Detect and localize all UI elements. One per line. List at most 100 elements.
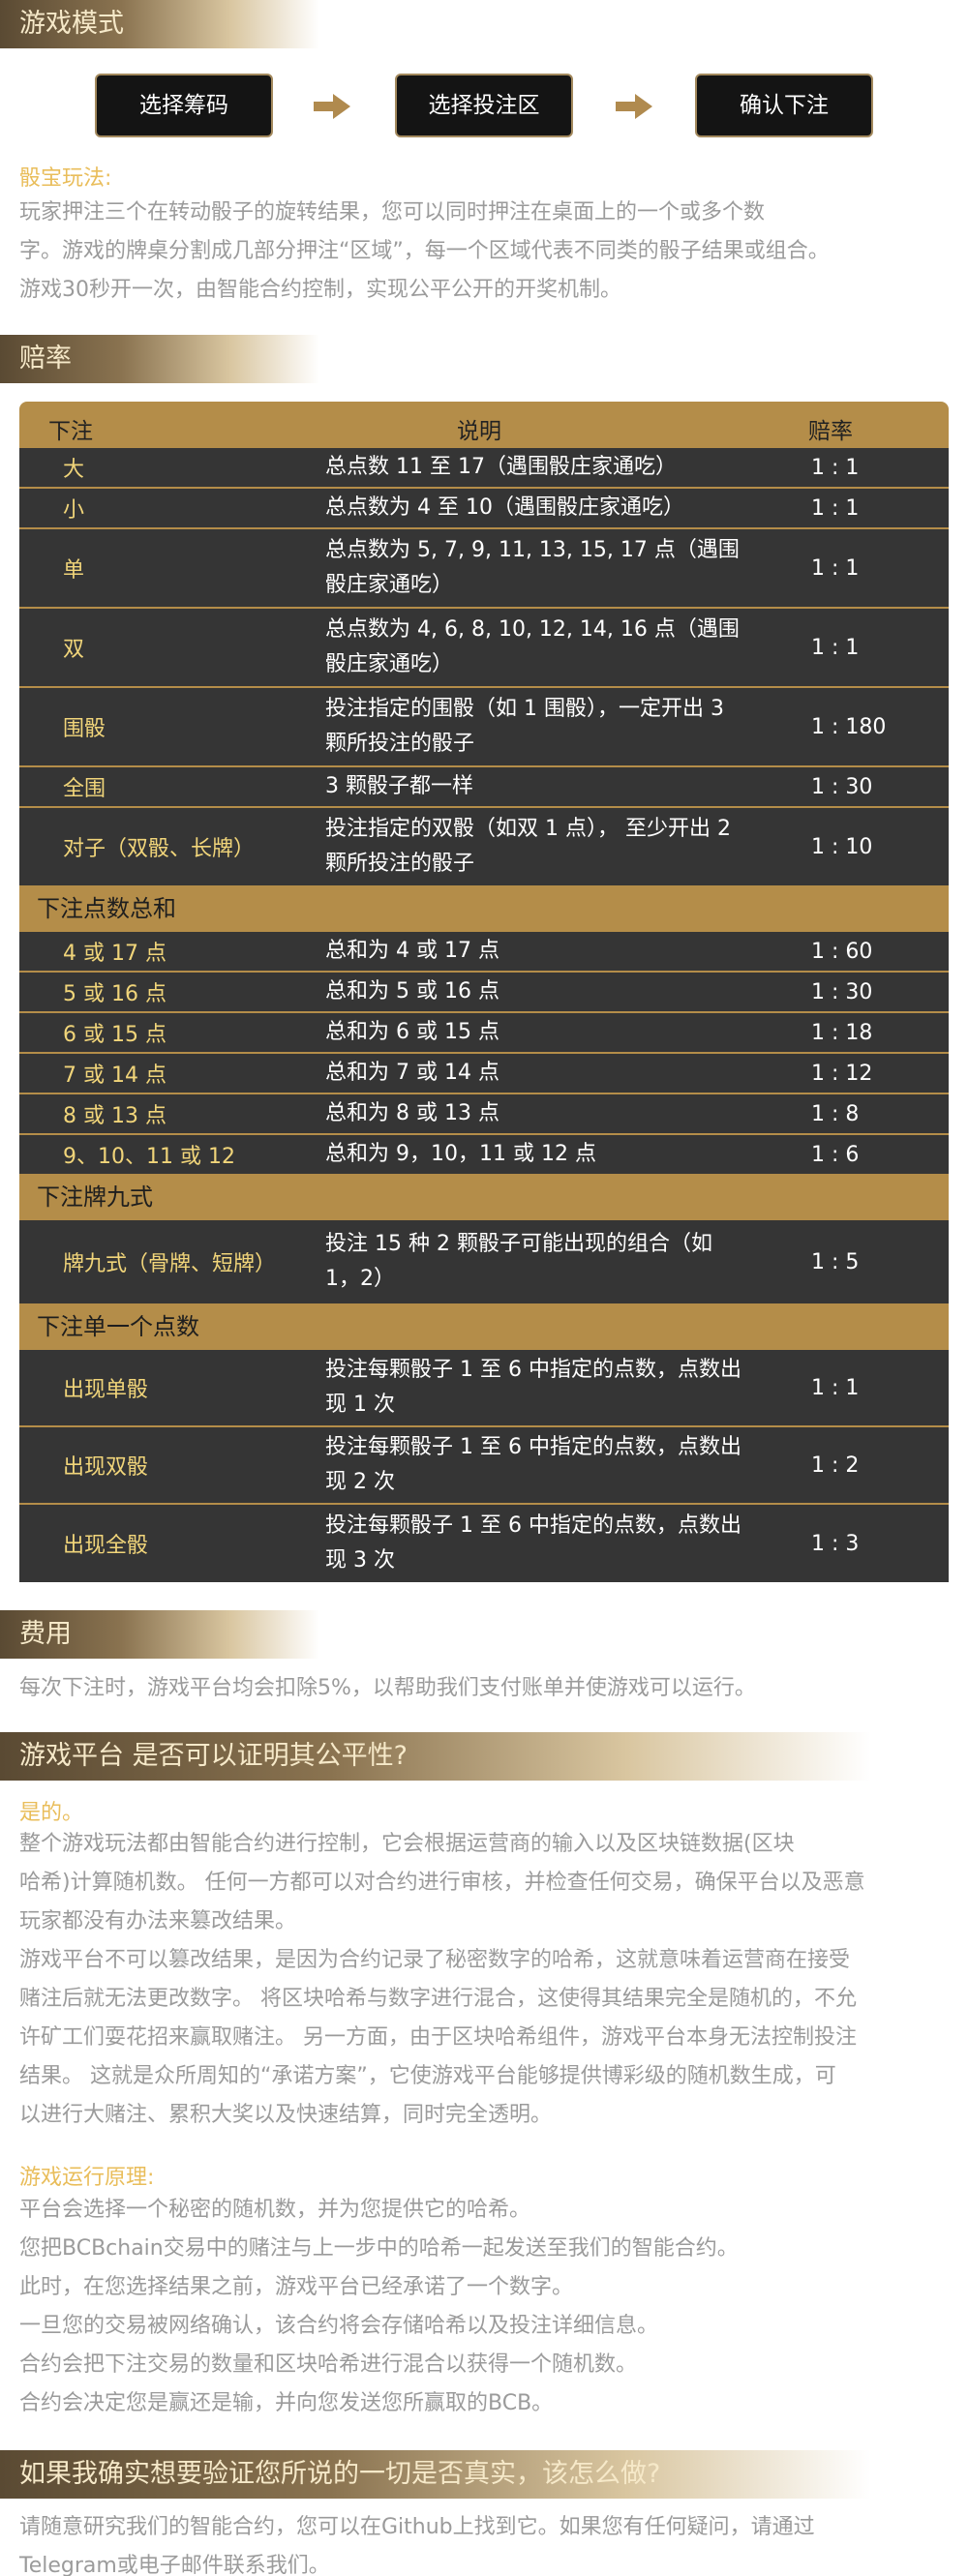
text-line: 许矿工们耍花招来赢取赌注。 另一方面，由于区块哈希组件，游戏平台本身无法控制投注: [19, 2025, 857, 2050]
section-title-fees: 费用: [0, 1610, 319, 1659]
cell-desc: 投注每颗骰子 1 至 6 中指定的点数，点数出现 3 次: [325, 1513, 741, 1573]
cell-bet: 小: [63, 498, 85, 523]
table-row: 单 总点数为 5, 7, 9, 11, 13, 15, 17 点（遇围骰庄家通吃…: [19, 529, 949, 607]
cell-desc: 投注每颗骰子 1 至 6 中指定的点数，点数出现 1 次: [325, 1358, 741, 1417]
principle-label: 游戏运行原理:: [19, 2166, 155, 2190]
text-line: 字。游戏的牌桌分割成几部分押注“区域”，每一个区域代表不同类的骰子结果或组合。: [19, 239, 830, 263]
section-title-verify: 如果我确实想要验证您所说的一切是否真实，该怎么做?: [0, 2450, 871, 2499]
cell-odds: 1 : 3: [811, 1531, 860, 1556]
cell-odds: 1 : 2: [811, 1453, 860, 1478]
text-line: 一旦您的交易被网络确认，该合约将会存储哈希以及投注详细信息。: [19, 2314, 659, 2338]
table-row: 出现全骰 投注每颗骰子 1 至 6 中指定的点数，点数出现 3 次 1 : 3: [19, 1505, 949, 1582]
group-header-domino: 下注牌九式: [37, 1183, 153, 1211]
cell-odds: 1 : 30: [811, 979, 873, 1004]
cell-desc: 投注指定的围骰（如 1 围骰），一定开出 3 颗所投注的骰子: [325, 697, 724, 756]
arrow-right-icon: [314, 94, 352, 119]
text-line: Telegram或电子邮件联系我们。: [19, 2554, 330, 2576]
cell-odds: 1 : 12: [811, 1061, 873, 1086]
step-select-bet-area-button[interactable]: 选择投注区: [395, 74, 573, 137]
fees-text: 每次下注时，游戏平台均会扣除5%，以帮助我们支付账单并使游戏可以运行。: [19, 1676, 756, 1700]
table-row: 7 或 14 点 总和为 7 或 14 点 1 : 12: [19, 1054, 949, 1093]
cell-desc: 3 颗骰子都一样: [325, 774, 473, 798]
text-line: 结果。 这就是众所周知的“承诺方案”，它使游戏平台能够提供博彩级的随机数生成，可: [19, 2064, 836, 2088]
cell-desc: 投注每颗骰子 1 至 6 中指定的点数，点数出现 2 次: [325, 1435, 741, 1494]
cell-odds: 1 : 60: [811, 939, 873, 964]
cell-odds: 1 : 18: [811, 1020, 873, 1045]
cell-odds: 1 : 1: [811, 635, 860, 660]
table-row: 6 或 15 点 总和为 6 或 15 点 1 : 18: [19, 1013, 949, 1052]
section-title-game-mode: 游戏模式: [0, 0, 319, 48]
cell-bet: 牌九式（骨牌、短牌）: [63, 1252, 277, 1276]
cell-odds: 1 : 1: [811, 1375, 860, 1400]
text-line: 您把BCBchain交易中的赌注与上一步中的哈希一起发送至我们的智能合约。: [19, 2236, 739, 2261]
text-line: 合约会把下注交易的数量和区块哈希进行混合以获得一个随机数。: [19, 2352, 638, 2377]
cell-bet: 5 或 16 点: [63, 982, 166, 1006]
cell-desc: 投注指定的双骰（如双 1 点）， 至少开出 2 颗所投注的骰子: [325, 817, 731, 876]
section-title-platform-fairness: 游戏平台 是否可以证明其公平性?: [0, 1732, 871, 1781]
arrow-right-icon: [616, 94, 654, 119]
group-header-single: 下注单一个点数: [37, 1313, 199, 1340]
cell-bet: 4 或 17 点: [63, 942, 166, 966]
sicbo-label: 骰宝玩法:: [19, 166, 112, 191]
cell-bet: 出现双骰: [63, 1455, 149, 1480]
cell-bet: 双: [63, 638, 85, 662]
cell-desc: 总点数 11 至 17（遇围骰庄家通吃）: [325, 455, 677, 479]
header-bet: 下注: [48, 419, 93, 444]
step-select-chip-button[interactable]: 选择筹码: [95, 74, 273, 137]
text-line: 游戏30秒开一次，由智能合约控制，实现公平公开的开奖机制。: [19, 278, 621, 302]
cell-odds: 1 : 1: [811, 555, 860, 581]
table-row: 牌九式（骨牌、短牌） 投注 15 种 2 颗骰子可能出现的组合（如 1，2） 1…: [19, 1220, 949, 1303]
text-line: 玩家都没有办法来篡改结果。: [19, 1909, 297, 1933]
step-confirm-bet-button[interactable]: 确认下注: [695, 74, 873, 137]
cell-bet: 9、10、11 或 12: [63, 1145, 235, 1169]
cell-bet: 围骰: [63, 717, 106, 741]
text-line: 平台会选择一个秘密的随机数，并为您提供它的哈希。: [19, 2198, 531, 2222]
principle-description: 平台会选择一个秘密的随机数，并为您提供它的哈希。 您把BCBchain交易中的赌…: [19, 2191, 949, 2423]
cell-odds: 1 : 1: [811, 455, 860, 480]
table-row: 小 总点数为 4 至 10（遇围骰庄家通吃） 1 : 1: [19, 489, 949, 527]
table-row: 全围 3 颗骰子都一样 1 : 30: [19, 767, 949, 806]
table-row: 出现单骰 投注每颗骰子 1 至 6 中指定的点数，点数出现 1 次 1 : 1: [19, 1350, 949, 1425]
sicbo-description: 玩家押注三个在转动骰子的旋转结果，您可以同时押注在桌面上的一个或多个数 字。游戏…: [19, 194, 949, 310]
cell-bet: 对子（双骰、长牌）: [63, 837, 256, 861]
table-header: 下注 说明 赔率: [19, 402, 949, 448]
cell-bet: 单: [63, 558, 85, 583]
cell-desc: 投注 15 种 2 颗骰子可能出现的组合（如 1，2）: [325, 1232, 712, 1291]
table-row: 对子（双骰、长牌） 投注指定的双骰（如双 1 点）， 至少开出 2 颗所投注的骰…: [19, 808, 949, 885]
table-row: 8 或 13 点 总和为 8 或 13 点 1 : 8: [19, 1094, 949, 1133]
cell-bet: 出现单骰: [63, 1378, 149, 1402]
text-line: 请随意研究我们的智能合约，您可以在Github上找到它。如果您有任何疑问，请通过: [19, 2515, 815, 2539]
cell-desc: 总和为 9，10，11 或 12 点: [325, 1142, 596, 1166]
cell-bet: 全围: [63, 777, 106, 801]
cell-odds: 1 : 6: [811, 1142, 860, 1167]
cell-desc: 总点数为 4 至 10（遇围骰庄家通吃）: [325, 495, 684, 520]
cell-bet: 大: [63, 458, 85, 482]
cell-desc: 总和为 6 或 15 点: [325, 1020, 499, 1044]
header-description: 说明: [457, 419, 501, 444]
table-row: 9、10、11 或 12 总和为 9，10，11 或 12 点 1 : 6: [19, 1135, 949, 1174]
cell-bet: 6 或 15 点: [63, 1023, 166, 1047]
cell-desc: 总和为 5 或 16 点: [325, 979, 499, 1003]
table-row: 围骰 投注指定的围骰（如 1 围骰），一定开出 3 颗所投注的骰子 1 : 18…: [19, 688, 949, 765]
text-line: 哈希)计算随机数。 任何一方都可以对合约进行审核，并检查任何交易，确保平台以及恶…: [19, 1871, 865, 1895]
table-row: 大 总点数 11 至 17（遇围骰庄家通吃） 1 : 1: [19, 448, 949, 487]
section-title-odds: 赔率: [0, 335, 319, 383]
cell-desc: 总和为 8 或 13 点: [325, 1101, 499, 1125]
header-odds: 赔率: [808, 419, 853, 444]
text-line: 赌注后就无法更改数字。 将区块哈希与数字进行混合，这使得其结果完全是随机的，不允: [19, 1987, 857, 2011]
cell-odds: 1 : 10: [811, 834, 873, 859]
text-line: 整个游戏玩法都由智能合约进行控制，它会根据运营商的输入以及区块链数据(区块: [19, 1832, 795, 1856]
text-line: 游戏平台不可以篡改结果，是因为合约记录了秘密数字的哈希，这就意味着运营商在接受: [19, 1948, 851, 1972]
cell-desc: 总点数为 5, 7, 9, 11, 13, 15, 17 点（遇围骰庄家通吃）: [325, 538, 740, 597]
text-line: 合约会决定您是赢还是输，并向您发送您所赢取的BCB。: [19, 2391, 554, 2415]
cell-bet: 7 或 14 点: [63, 1063, 166, 1088]
cell-desc: 总和为 4 或 17 点: [325, 939, 499, 963]
cell-bet: 8 或 13 点: [63, 1104, 166, 1128]
steps-flow: 选择筹码 选择投注区 确认下注: [0, 74, 968, 137]
text-line: 玩家押注三个在转动骰子的旋转结果，您可以同时押注在桌面上的一个或多个数: [19, 200, 766, 225]
table-row: 双 总点数为 4, 6, 8, 10, 12, 14, 16 点（遇围骰庄家通吃…: [19, 609, 949, 686]
odds-table: 下注 说明 赔率 大 总点数 11 至 17（遇围骰庄家通吃） 1 : 1 小 …: [19, 402, 949, 1582]
cell-odds: 1 : 180: [811, 714, 887, 739]
platform-answer-label: 是的。: [19, 1801, 84, 1825]
table-row: 出现双骰 投注每颗骰子 1 至 6 中指定的点数，点数出现 2 次 1 : 2: [19, 1427, 949, 1503]
